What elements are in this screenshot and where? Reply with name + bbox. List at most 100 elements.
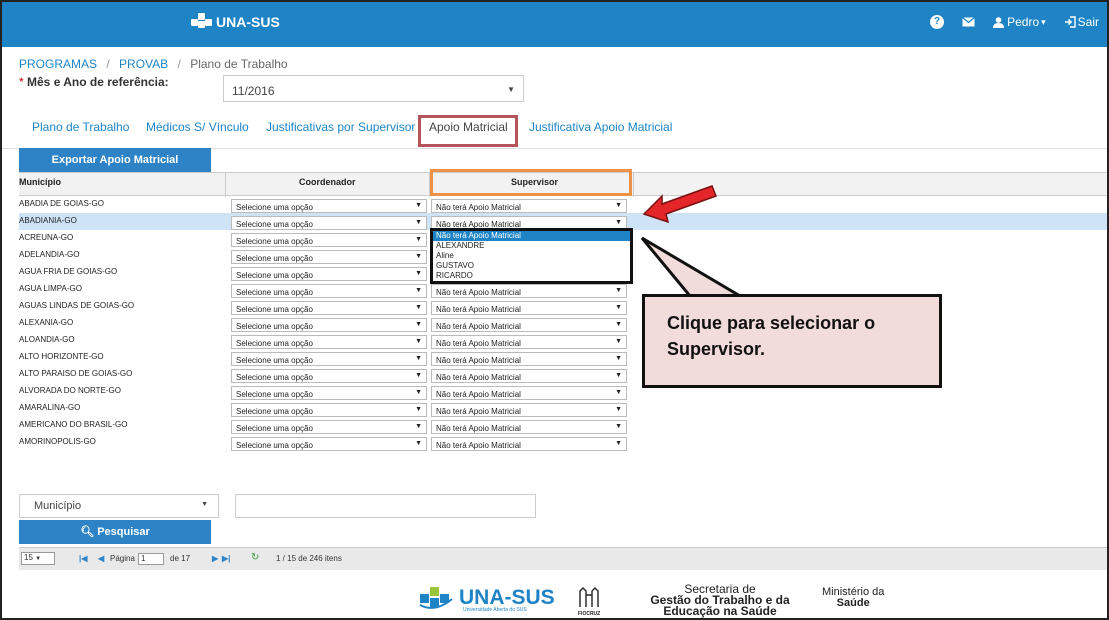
table-row[interactable]: ABADIA DE GOIAS-GO Selecione uma opção ▼ … (19, 196, 1107, 213)
coordenador-select[interactable]: Selecione uma opção ▼ (231, 335, 427, 349)
dropdown-option[interactable]: RICARDO (433, 271, 630, 281)
coordenador-select[interactable]: Selecione uma opção ▼ (231, 352, 427, 366)
breadcrumb-separator: / (106, 57, 110, 71)
last-page-icon[interactable]: ▶| (222, 554, 230, 563)
page-number-input[interactable]: 1 (138, 553, 164, 565)
supervisor-dropdown-list: Não terá Apoio Matricial ALEXANDRE Aline… (430, 228, 633, 284)
table-row[interactable]: AMORINOPOLIS-GO Selecione uma opção ▼ Não… (19, 434, 1107, 451)
breadcrumb-programas[interactable]: PROGRAMAS (19, 57, 97, 71)
active-tab-highlight (418, 115, 518, 147)
chevron-down-icon: ▼ (415, 321, 422, 328)
page-size-select[interactable]: 15 ▼ (21, 552, 55, 565)
dropdown-option[interactable]: Aline (433, 251, 630, 261)
column-header-municipio[interactable]: Município (19, 177, 61, 187)
coordenador-select[interactable]: Selecione uma opção ▼ (231, 318, 427, 332)
supervisor-value: Não terá Apoio Matricial (436, 407, 521, 416)
coordenador-select[interactable]: Selecione uma opção ▼ (231, 369, 427, 383)
unasus-logo-icon (191, 13, 213, 31)
tab-medicos-sem-vinculo[interactable]: Médicos S/ Vínculo (146, 120, 249, 134)
supervisor-select[interactable]: Não terá Apoio Matricial ▼ (431, 386, 627, 400)
breadcrumb: PROGRAMAS / PROVAB / Plano de Trabalho (19, 57, 288, 71)
supervisor-value: Não terá Apoio Matricial (436, 441, 521, 450)
coordenador-select[interactable]: Selecione uma opção ▼ (231, 284, 427, 298)
reference-label: * Mês e Ano de referência: (19, 75, 169, 89)
chevron-down-icon: ▼ (615, 406, 622, 413)
refresh-icon[interactable]: ↻ (251, 552, 259, 563)
search-button[interactable]: 🔍︎ Pesquisar (19, 520, 211, 544)
chevron-down-icon: ▾ (1041, 16, 1046, 27)
search-button-label: Pesquisar (97, 526, 150, 538)
reference-month-select[interactable]: 11/2016 ▼ (223, 75, 524, 102)
coordenador-select[interactable]: Selecione uma opção ▼ (231, 250, 427, 264)
table-row[interactable]: ALEXANIA-GO Selecione uma opção ▼ Não ter… (19, 315, 1107, 332)
table-row[interactable]: AMARALINA-GO Selecione uma opção ▼ Não te… (19, 400, 1107, 417)
brand-logo[interactable]: UNA-SUS (191, 13, 280, 31)
table-row[interactable]: ALTO HORIZONTE-GO Selecione uma opção ▼ N… (19, 349, 1107, 366)
logout-button[interactable]: Sair (1064, 15, 1099, 29)
dropdown-option[interactable]: GUSTAVO (433, 261, 630, 271)
table-row[interactable]: ALVORADA DO NORTE-GO Selecione uma opção… (19, 383, 1107, 400)
supervisor-value: Não terá Apoio Matricial (436, 288, 521, 297)
red-arrow-icon (642, 185, 717, 224)
coordenador-select[interactable]: Selecione uma opção ▼ (231, 199, 427, 213)
filter-search-input[interactable] (235, 494, 536, 518)
dropdown-option[interactable]: ALEXANDRE (433, 241, 630, 251)
next-page-icon[interactable]: ▶ (212, 554, 218, 563)
supervisor-select[interactable]: Não terá Apoio Matricial ▼ (431, 403, 627, 417)
breadcrumb-separator: / (177, 57, 181, 71)
callout-text: Clique para selecionar o Supervisor. (667, 313, 876, 359)
column-header-coordenador[interactable]: Coordenador (299, 177, 356, 187)
tab-justificativa-apoio-matricial[interactable]: Justificativa Apoio Matricial (529, 120, 672, 134)
table-row[interactable]: AGUAS LINDAS DE GOIAS-GO Selecione uma o… (19, 298, 1107, 315)
supervisor-select[interactable]: Não terá Apoio Matricial ▼ (431, 335, 627, 349)
user-icon (993, 16, 1005, 28)
coordenador-select[interactable]: Selecione uma opção ▼ (231, 403, 427, 417)
coordenador-value: Selecione uma opção (236, 373, 313, 382)
coordenador-select[interactable]: Selecione uma opção ▼ (231, 386, 427, 400)
export-apoio-matricial-button[interactable]: Exportar Apoio Matricial (19, 148, 211, 172)
chevron-down-icon: ▼ (615, 338, 622, 345)
coordenador-value: Selecione uma opção (236, 254, 313, 263)
supervisor-select[interactable]: Não terá Apoio Matricial ▼ (431, 318, 627, 332)
filter-field-select[interactable]: Município ▼ (19, 494, 219, 518)
fiocruz-building-icon (579, 587, 599, 607)
tab-justificativas-supervisor[interactable]: Justificativas por Supervisor (266, 120, 415, 134)
prev-page-icon[interactable]: ◀ (98, 554, 104, 563)
supervisor-select[interactable]: Não terá Apoio Matricial ▼ (431, 301, 627, 315)
table-row[interactable]: AMERICANO DO BRASIL-GO Selecione uma opç… (19, 417, 1107, 434)
coordenador-select[interactable]: Selecione uma opção ▼ (231, 216, 427, 230)
page-label: Página (110, 554, 135, 563)
column-divider (225, 173, 226, 197)
chevron-down-icon: ▼ (201, 501, 208, 508)
supervisor-select[interactable]: Não terá Apoio Matricial ▼ (431, 437, 627, 451)
chevron-down-icon: ▼ (415, 236, 422, 243)
supervisor-value: Não terá Apoio Matricial (436, 305, 521, 314)
supervisor-select[interactable]: Não terá Apoio Matricial ▼ (431, 352, 627, 366)
supervisor-value: Não terá Apoio Matricial (436, 390, 521, 399)
table-row[interactable]: ALOANDIA-GO Selecione uma opção ▼ Não ter… (19, 332, 1107, 349)
chevron-down-icon: ▼ (415, 440, 422, 447)
cell-municipio: ABADIANIA-GO (19, 216, 77, 225)
chevron-down-icon: ▼ (507, 85, 515, 94)
tab-plano-de-trabalho[interactable]: Plano de Trabalho (32, 120, 129, 134)
coordenador-select[interactable]: Selecione uma opção ▼ (231, 420, 427, 434)
coordenador-select[interactable]: Selecione uma opção ▼ (231, 233, 427, 247)
coordenador-value: Selecione uma opção (236, 203, 313, 212)
cell-municipio: ADELANDIA-GO (19, 250, 80, 259)
user-menu[interactable]: Pedro ▾ (993, 15, 1046, 29)
supervisor-select[interactable]: Não terá Apoio Matricial ▼ (431, 369, 627, 383)
coordenador-select[interactable]: Selecione uma opção ▼ (231, 301, 427, 315)
table-row[interactable]: ALTO PARAISO DE GOIAS-GO Selecione uma o… (19, 366, 1107, 383)
breadcrumb-provab[interactable]: PROVAB (119, 57, 168, 71)
dropdown-option[interactable]: Não terá Apoio Matricial (433, 231, 630, 241)
help-button[interactable]: ? (930, 15, 945, 29)
coordenador-select[interactable]: Selecione uma opção ▼ (231, 267, 427, 281)
supervisor-value: Não terá Apoio Matricial (436, 339, 521, 348)
supervisor-select[interactable]: Não terá Apoio Matricial ▼ (431, 199, 627, 213)
coordenador-select[interactable]: Selecione uma opção ▼ (231, 437, 427, 451)
messages-button[interactable] (962, 17, 975, 27)
coordenador-value: Selecione uma opção (236, 220, 313, 229)
supervisor-select[interactable]: Não terá Apoio Matricial ▼ (431, 420, 627, 434)
first-page-icon[interactable]: |◀ (79, 554, 87, 563)
supervisor-select[interactable]: Não terá Apoio Matricial ▼ (431, 284, 627, 298)
